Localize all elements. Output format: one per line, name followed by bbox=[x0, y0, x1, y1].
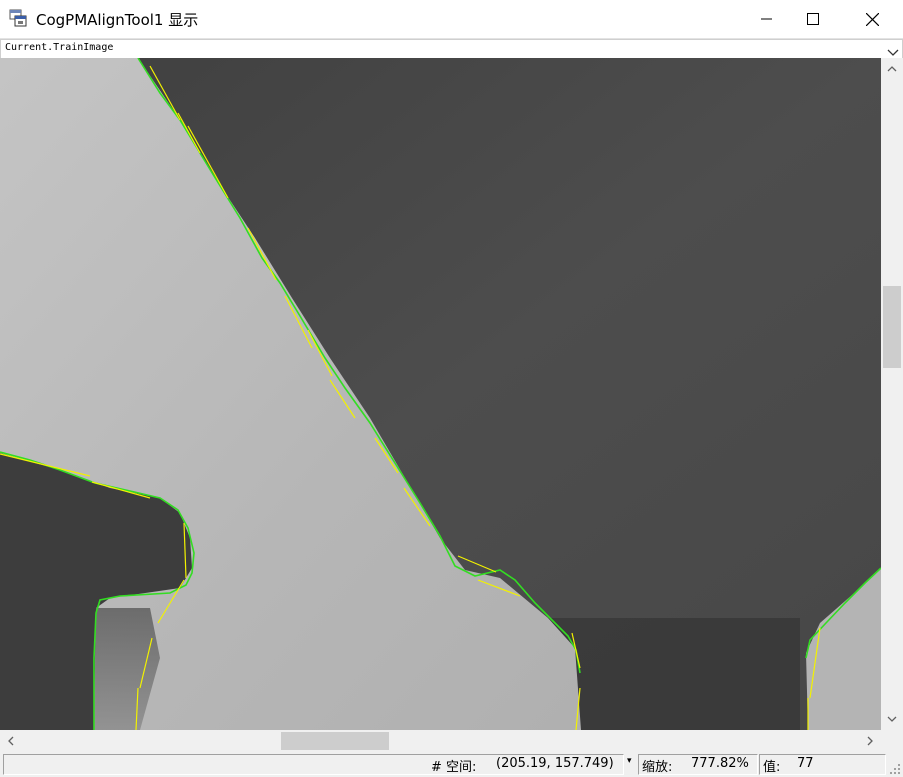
image-display[interactable] bbox=[0, 58, 881, 730]
maximize-button[interactable] bbox=[786, 0, 840, 38]
app-window-icon[interactable] bbox=[9, 9, 27, 27]
coord-label: # 空间: bbox=[431, 760, 477, 775]
pixel-label: 值: bbox=[763, 760, 781, 775]
size-grip-icon[interactable] bbox=[889, 763, 901, 775]
vertical-scroll-thumb[interactable] bbox=[883, 286, 901, 368]
minimize-icon bbox=[761, 18, 772, 20]
title-bar: CogPMAlignTool1 显示 bbox=[0, 0, 903, 39]
maximize-icon bbox=[807, 13, 819, 25]
zoom-panel: 缩放: 777.82% bbox=[638, 754, 758, 775]
close-icon bbox=[865, 12, 879, 26]
chevron-right-icon bbox=[867, 736, 873, 746]
scroll-corner bbox=[881, 730, 903, 752]
scroll-down-button[interactable] bbox=[883, 710, 901, 728]
scroll-up-button[interactable] bbox=[883, 60, 901, 78]
pixel-value-panel: 值: 77 bbox=[759, 754, 886, 775]
window-title: CogPMAlignTool1 显示 bbox=[36, 11, 199, 29]
image-selector-dropdown[interactable]: Current.TrainImage bbox=[0, 39, 903, 59]
pixel-value: 77 bbox=[797, 756, 814, 771]
scroll-right-button[interactable] bbox=[861, 732, 879, 750]
chevron-down-icon[interactable] bbox=[887, 43, 899, 56]
chevron-left-icon bbox=[8, 736, 14, 746]
coord-dropdown-icon[interactable]: ▾ bbox=[627, 756, 632, 766]
zoom-value: 777.82% bbox=[691, 756, 749, 771]
zoom-label: 缩放: bbox=[642, 760, 673, 775]
coord-panel: # 空间: (205.19, 157.749) ▾ bbox=[3, 754, 632, 775]
close-button[interactable] bbox=[845, 0, 899, 38]
scroll-left-button[interactable] bbox=[2, 732, 20, 750]
horizontal-scrollbar[interactable] bbox=[0, 730, 881, 752]
image-selector-value: Current.TrainImage bbox=[5, 42, 114, 53]
chevron-down-icon bbox=[887, 716, 897, 722]
horizontal-scroll-thumb[interactable] bbox=[281, 732, 389, 750]
status-bar: # 空间: (205.19, 157.749) ▾ 缩放: 777.82% 值:… bbox=[0, 752, 903, 777]
coord-value: (205.19, 157.749) bbox=[496, 756, 614, 771]
train-image bbox=[0, 58, 881, 730]
chevron-up-icon bbox=[887, 66, 897, 72]
vertical-scrollbar[interactable] bbox=[881, 58, 903, 730]
